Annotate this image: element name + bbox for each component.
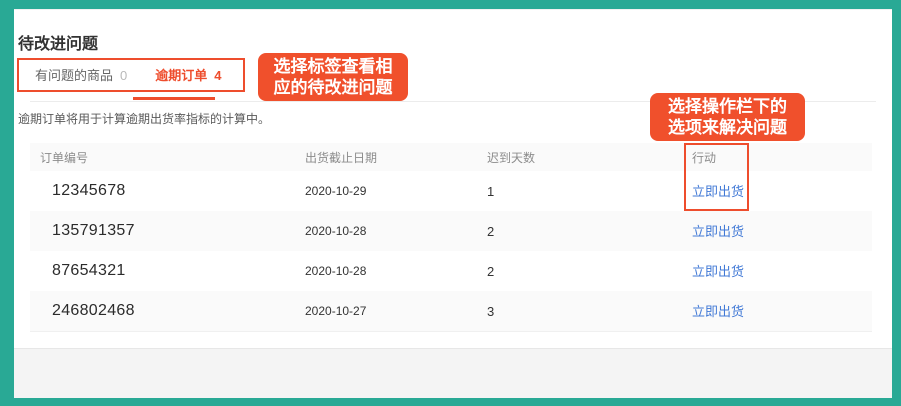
column-header-days-late: 迟到天数 [487,150,536,165]
annotation-callout-tabs-line2: 应的待改进问题 [273,78,393,97]
issues-card: 待改进问题 有问题的商品 0 逾期订单 4 选择标签查看相 应的待改进问题 逾期订单… [14,9,892,348]
annotation-highlight-tabs [17,58,245,92]
ship-deadline-cell: 2020-10-28 [305,264,367,278]
action-cell: 立即出货 [682,221,872,241]
annotation-callout-action-line2: 选项来解决问题 [668,118,787,137]
ship-deadline-cell: 2020-10-27 [305,304,367,318]
annotation-highlight-action [684,143,749,211]
page-background: 待改进问题 有问题的商品 0 逾期订单 4 选择标签查看相 应的待改进问题 逾期订单… [14,9,892,398]
annotation-callout-tabs-line1: 选择标签查看相 [273,57,393,76]
table-row: 246802468 2020-10-27 3 立即出货 [30,291,872,331]
ship-deadline-cell: 2020-10-28 [305,224,367,238]
active-tab-underline [133,97,215,100]
page-title: 待改进问题 [18,36,99,53]
table-row: 87654321 2020-10-28 2 立即出货 [30,251,872,291]
action-cell: 立即出货 [682,301,872,321]
annotation-callout-action-line1: 选择操作栏下的 [668,97,787,116]
footer-area [14,348,892,398]
teal-frame: 待改进问题 有问题的商品 0 逾期订单 4 选择标签查看相 应的待改进问题 逾期订单… [0,0,901,406]
order-id-cell: 12345678 [52,182,126,199]
days-late-cell: 2 [487,263,495,279]
action-cell: 立即出货 [682,261,872,281]
order-id-cell: 87654321 [52,262,126,279]
days-late-cell: 1 [487,183,495,199]
annotation-callout-action: 选择操作栏下的 选项来解决问题 [650,93,805,141]
order-id-cell: 246802468 [52,302,135,319]
tab-description: 逾期订单将用于计算逾期出货率指标的计算中。 [18,112,271,126]
days-late-cell: 3 [487,303,495,319]
ship-deadline-cell: 2020-10-29 [305,184,367,198]
ship-now-link[interactable]: 立即出货 [692,264,744,279]
column-header-ship-deadline: 出货截止日期 [305,150,378,165]
table-row: 135791357 2020-10-28 2 立即出货 [30,211,872,251]
annotation-callout-tabs: 选择标签查看相 应的待改进问题 [258,53,408,101]
order-id-cell: 135791357 [52,222,135,239]
days-late-cell: 2 [487,223,495,239]
ship-now-link[interactable]: 立即出货 [692,304,744,319]
column-header-order-id: 订单编号 [40,150,89,165]
ship-now-link[interactable]: 立即出货 [692,224,744,239]
